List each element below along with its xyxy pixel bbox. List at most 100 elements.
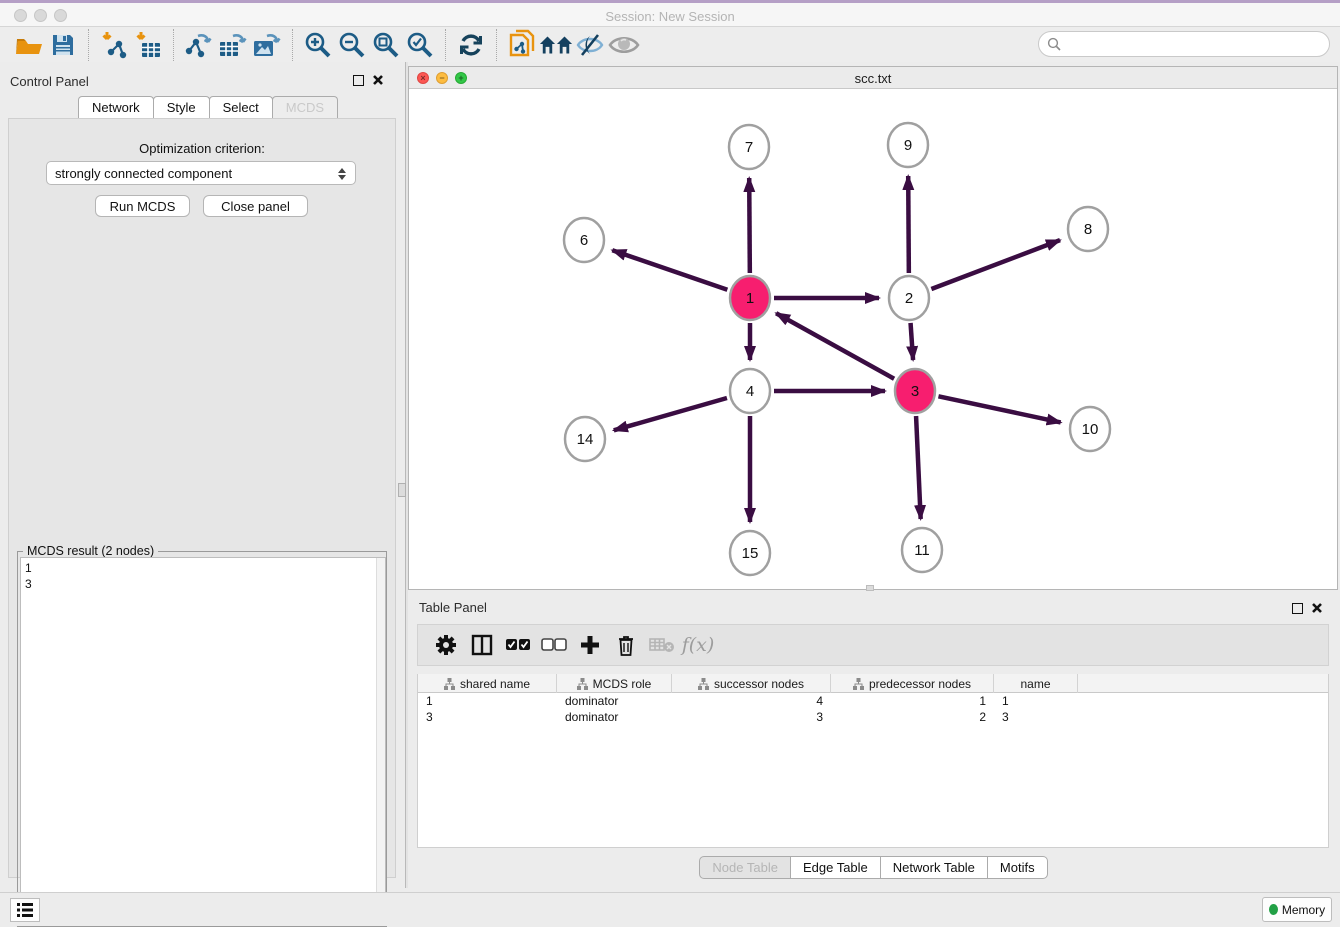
memory-button[interactable]: Memory [1262, 897, 1332, 922]
edge-2-3[interactable] [911, 323, 914, 360]
cell-shared-name[interactable]: 3 [418, 709, 557, 725]
cell-MCDS-role[interactable]: dominator [557, 693, 672, 709]
column-header-MCDS-role[interactable]: MCDS role [557, 674, 672, 693]
float-panel-icon[interactable] [1292, 603, 1303, 614]
cell-predecessor-nodes[interactable]: 2 [831, 709, 994, 725]
node-4[interactable]: 4 [730, 369, 770, 413]
export-table-icon[interactable] [216, 30, 250, 60]
cell-MCDS-role[interactable]: dominator [557, 709, 672, 725]
deselect-all-icon[interactable] [536, 630, 572, 660]
memory-label: Memory [1282, 903, 1325, 917]
column-header-predecessor-nodes[interactable]: predecessor nodes [831, 674, 994, 693]
import-network-icon[interactable] [97, 30, 131, 60]
edge-1-6[interactable] [612, 250, 727, 290]
node-2[interactable]: 2 [889, 276, 929, 320]
cell-name[interactable]: 1 [994, 693, 1078, 709]
node-14[interactable]: 14 [565, 417, 605, 461]
node-6[interactable]: 6 [564, 218, 604, 262]
table-row[interactable]: 3dominator323 [418, 709, 1328, 725]
node-11[interactable]: 11 [902, 528, 942, 572]
cell-shared-name[interactable]: 1 [418, 693, 557, 709]
save-icon[interactable] [46, 30, 80, 60]
search-input[interactable] [1062, 34, 1329, 54]
zoom-fit-icon[interactable] [369, 30, 403, 60]
tab-mcds[interactable]: MCDS [272, 96, 338, 118]
edge-2-8[interactable] [931, 240, 1060, 289]
node-1[interactable]: 1 [730, 276, 770, 320]
task-history-button[interactable] [10, 898, 40, 922]
edge-1-7[interactable] [749, 178, 750, 273]
run-mcds-button[interactable]: Run MCDS [95, 195, 190, 217]
table-tabs: Node TableEdge TableNetwork TableMotifs [409, 856, 1337, 879]
refresh-icon[interactable] [454, 30, 488, 60]
edge-4-14[interactable] [614, 398, 727, 430]
table-row[interactable]: 1dominator411 [418, 693, 1328, 709]
close-panel-icon[interactable] [1311, 602, 1323, 614]
toolbar-search[interactable] [1038, 31, 1330, 57]
list-icon [16, 902, 34, 918]
node-10[interactable]: 10 [1070, 407, 1110, 451]
close-panel-icon[interactable] [372, 74, 384, 86]
cell-successor-nodes[interactable]: 4 [672, 693, 831, 709]
svg-text:15: 15 [742, 545, 759, 562]
search-icon [1047, 37, 1062, 52]
zoom-out-icon[interactable] [335, 30, 369, 60]
criterion-value: strongly connected component [55, 166, 232, 181]
tab-network-table[interactable]: Network Table [880, 856, 988, 879]
column-header-successor-nodes[interactable]: successor nodes [672, 674, 831, 693]
node-3[interactable]: 3 [895, 369, 935, 413]
node-table[interactable]: shared nameMCDS rolesuccessor nodesprede… [417, 674, 1329, 848]
tree-icon [853, 678, 864, 690]
zoom-selected-icon[interactable] [403, 30, 437, 60]
tab-style[interactable]: Style [153, 96, 210, 118]
close-panel-button[interactable]: Close panel [203, 195, 308, 217]
node-8[interactable]: 8 [1068, 207, 1108, 251]
toolbar-separator [445, 29, 446, 61]
zoom-in-icon[interactable] [301, 30, 335, 60]
delete-icon[interactable] [608, 630, 644, 660]
mcds-result-line: 1 [25, 560, 381, 576]
edge-3-10[interactable] [938, 396, 1060, 422]
tab-edge-table[interactable]: Edge Table [790, 856, 881, 879]
float-panel-icon[interactable] [353, 75, 364, 86]
node-9[interactable]: 9 [888, 123, 928, 167]
edge-3-11[interactable] [916, 416, 921, 519]
vertical-splitter-handle[interactable] [398, 483, 406, 497]
settings-gear-icon[interactable] [428, 630, 464, 660]
mcds-result-title: MCDS result (2 nodes) [23, 544, 158, 558]
network-file-icon[interactable] [505, 30, 539, 60]
mcds-panel: Optimization criterion: strongly connect… [8, 118, 396, 878]
export-image-icon[interactable] [250, 30, 284, 60]
node-7[interactable]: 7 [729, 125, 769, 169]
column-header-name[interactable]: name [994, 674, 1078, 693]
toolbar-separator [292, 29, 293, 61]
open-folder-icon[interactable] [12, 30, 46, 60]
tab-motifs[interactable]: Motifs [987, 856, 1048, 879]
import-table-icon[interactable] [131, 30, 165, 60]
criterion-dropdown[interactable]: strongly connected component [46, 161, 356, 185]
export-network-icon[interactable] [182, 30, 216, 60]
select-all-icon[interactable] [500, 630, 536, 660]
edge-3-1[interactable] [776, 313, 894, 379]
hide-panels-icon[interactable] [573, 30, 607, 60]
tab-network[interactable]: Network [78, 96, 154, 118]
table-panel: Table Panel f(x) shared nameMCDS rol [409, 596, 1337, 888]
tab-select[interactable]: Select [209, 96, 273, 118]
tab-node-table[interactable]: Node Table [699, 856, 791, 879]
result-scrollbar[interactable] [376, 558, 385, 925]
control-panel-title: Control Panel [10, 74, 89, 89]
add-icon[interactable] [572, 630, 608, 660]
toolbar-separator [88, 29, 89, 61]
edge-2-9[interactable] [908, 176, 909, 273]
cell-name[interactable]: 3 [994, 709, 1078, 725]
home-icon[interactable] [539, 30, 573, 60]
columns-icon[interactable] [464, 630, 500, 660]
cell-predecessor-nodes[interactable]: 1 [831, 693, 994, 709]
cell-successor-nodes[interactable]: 3 [672, 709, 831, 725]
horizontal-splitter-handle[interactable] [866, 585, 874, 591]
network-canvas[interactable]: 1 2 3 4 6 7 8 9 10 11 14 15 [409, 89, 1337, 589]
node-15[interactable]: 15 [730, 531, 770, 575]
mcds-result-text[interactable]: 13 [20, 557, 386, 926]
dropdown-stepper-icon [336, 165, 348, 182]
column-header-shared-name[interactable]: shared name [418, 674, 557, 693]
